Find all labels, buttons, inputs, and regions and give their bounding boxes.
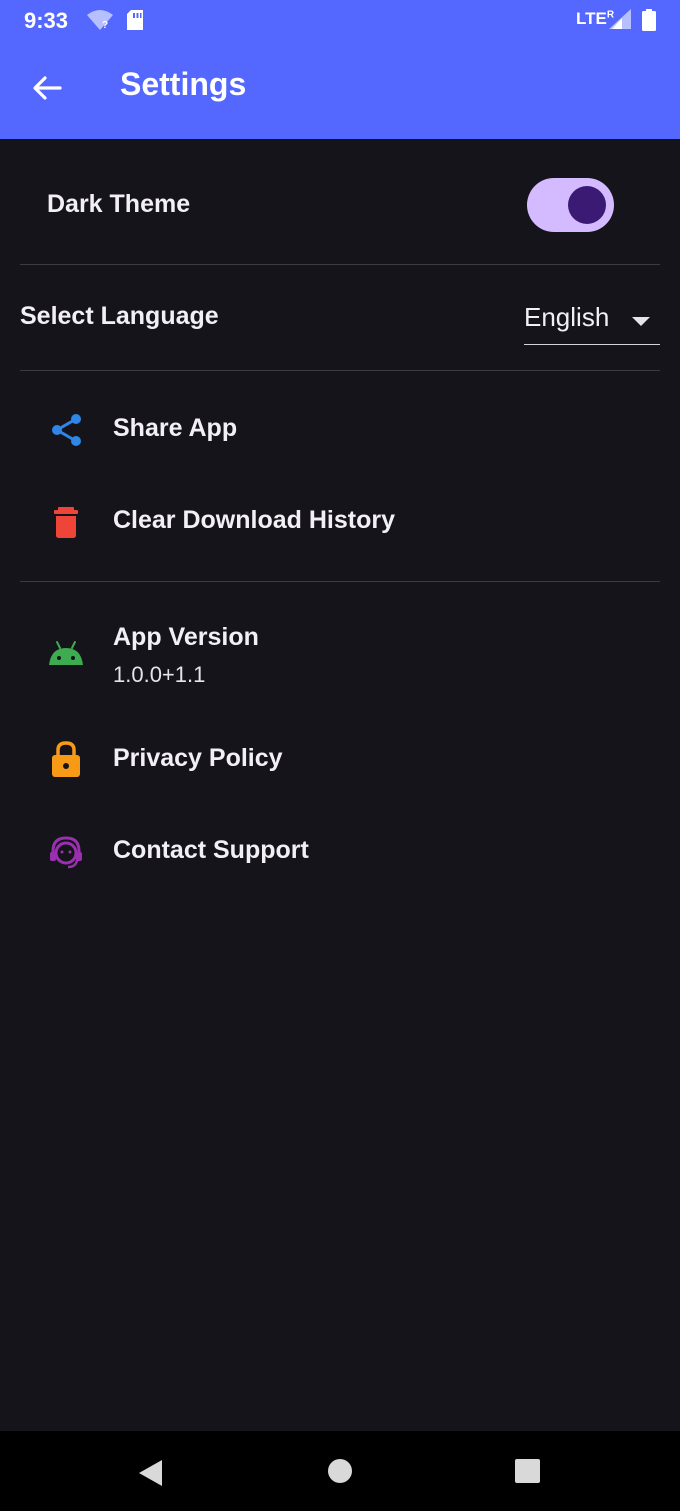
support-agent-icon [48, 834, 84, 875]
divider [20, 370, 660, 371]
app-version-value: 1.0.0+1.1 [113, 662, 206, 687]
lock-icon [48, 740, 84, 783]
clear-download-history-item[interactable]: Clear Download History [0, 484, 680, 560]
dark-theme-label: Dark Theme [47, 190, 191, 218]
system-nav-bar [0, 1431, 680, 1511]
language-selected-value: English [524, 302, 610, 332]
nav-home-icon[interactable] [328, 1459, 352, 1483]
status-time: 9:33 [24, 8, 69, 33]
language-label: Select Language [20, 302, 219, 330]
sd-card-icon [126, 10, 144, 35]
svg-text:?: ? [102, 20, 108, 31]
wifi-icon: ? [86, 9, 114, 36]
divider [20, 581, 660, 582]
language-dropdown[interactable]: English [524, 294, 660, 345]
divider [20, 264, 660, 265]
toggle-knob [568, 186, 606, 224]
app-version-item: App Version 1.0.0+1.1 [0, 614, 680, 694]
status-bar: 9:33 ? LTER [0, 0, 680, 40]
back-button[interactable] [28, 70, 64, 106]
contact-support-label: Contact Support [113, 836, 309, 864]
signal-icon [608, 8, 632, 35]
android-icon [48, 638, 84, 673]
trash-icon [48, 504, 84, 545]
nav-back-icon[interactable] [138, 1459, 164, 1492]
privacy-policy-item[interactable]: Privacy Policy [0, 722, 680, 798]
clear-history-label: Clear Download History [113, 506, 395, 534]
dark-theme-toggle[interactable] [527, 178, 614, 232]
battery-icon [642, 9, 656, 36]
app-version-label: App Version [113, 623, 259, 651]
share-app-label: Share App [113, 414, 238, 442]
contact-support-item[interactable]: Contact Support [0, 814, 680, 890]
privacy-policy-label: Privacy Policy [113, 744, 283, 772]
nav-recents-icon[interactable] [515, 1459, 540, 1483]
page-title: Settings [120, 66, 247, 102]
share-app-item[interactable]: Share App [0, 392, 680, 468]
app-bar: 9:33 ? LTER Settings [0, 0, 680, 139]
share-icon [48, 412, 84, 453]
arrow-back-icon [33, 76, 62, 100]
dropdown-arrow-icon [632, 314, 650, 332]
